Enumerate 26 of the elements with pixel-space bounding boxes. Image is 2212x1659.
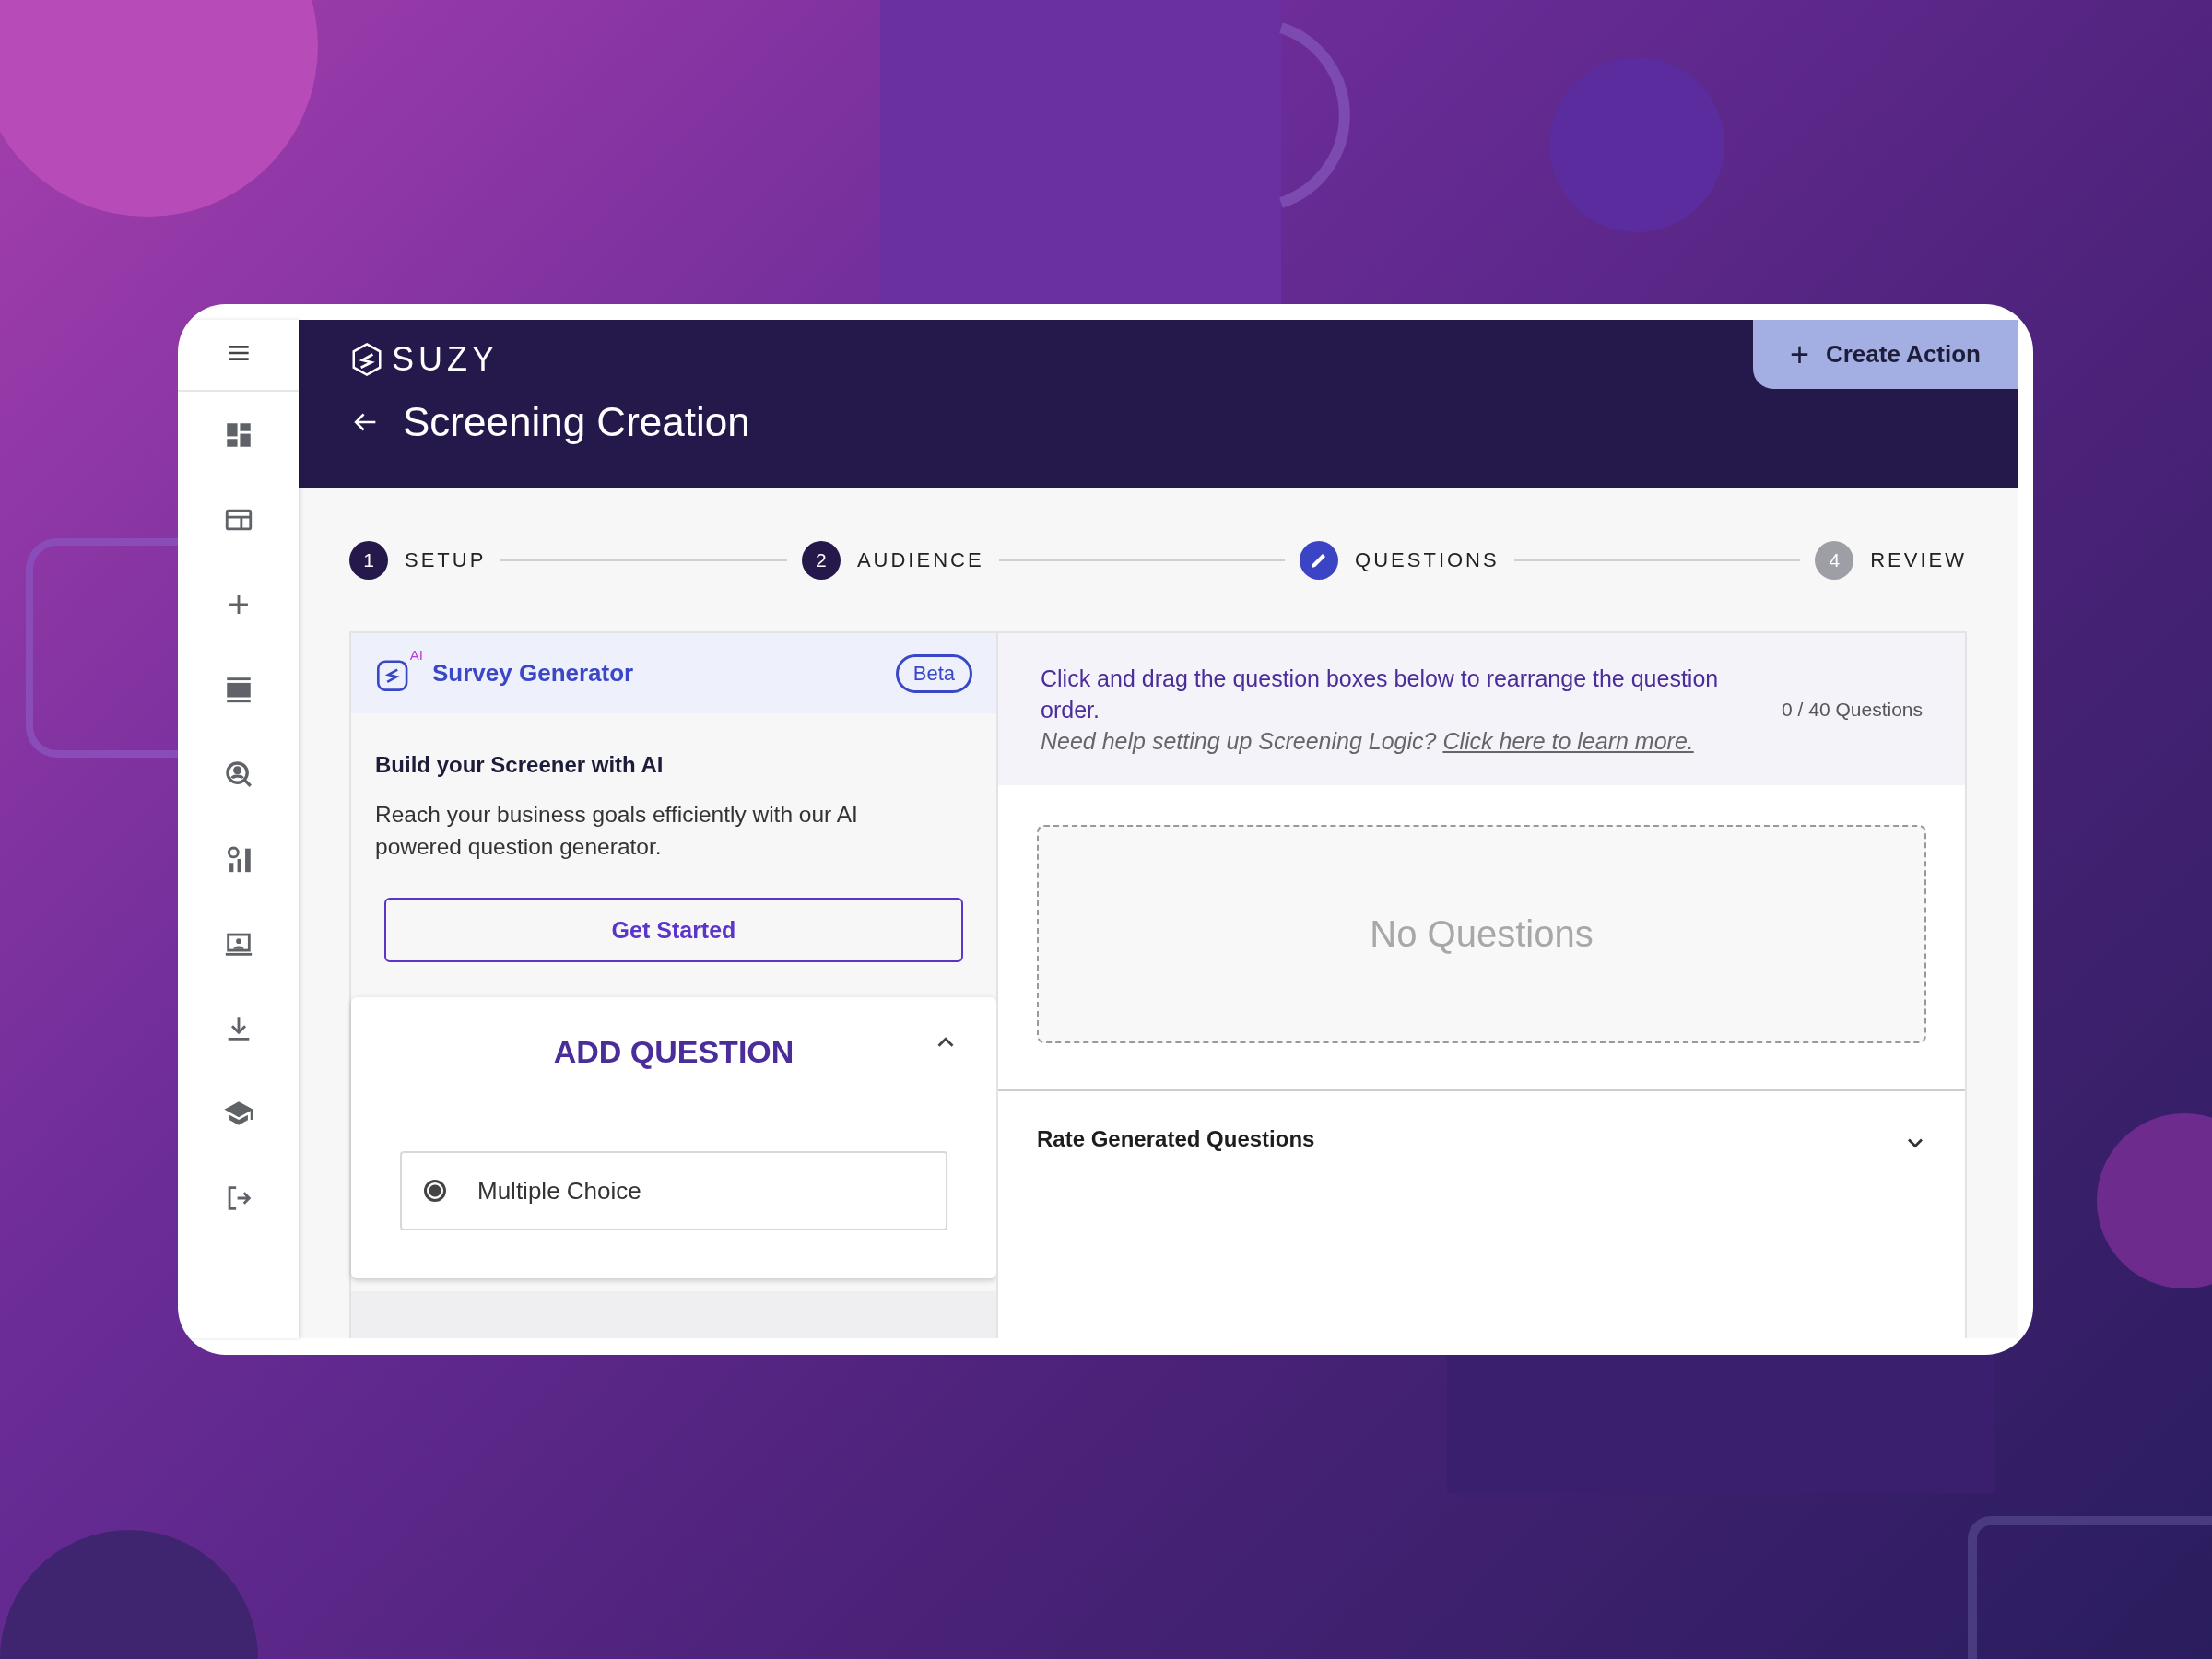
step-indicator: 2 — [801, 540, 841, 580]
generator-description: Reach your business goals efficiently with our AI powered question generator. — [375, 801, 859, 861]
step-label[interactable]: QUESTIONS — [1355, 547, 1500, 572]
question-count: 0 / 40 Questions — [1782, 698, 1923, 721]
learn-more-link[interactable]: Click here to learn more. — [1442, 727, 1694, 754]
rate-section-title[interactable]: Rate Generated Questions — [1037, 1126, 1315, 1152]
radio-button[interactable] — [424, 1180, 446, 1202]
create-action-button[interactable]: + Create Action — [1752, 320, 2018, 389]
question-type-option[interactable]: Multiple Choice — [400, 1151, 947, 1230]
generator-heading: Build your Screener with AI — [375, 752, 665, 778]
step-indicator: 4 — [1815, 540, 1854, 580]
step-label[interactable]: AUDIENCE — [856, 547, 984, 572]
generator-title: Survey Generator — [432, 659, 635, 688]
help-text: Need help setting up Screening Logic? Click here to learn more. — [1041, 726, 1695, 756]
step-indicator: 1 — [349, 540, 388, 580]
page-title: Screening Creation — [403, 399, 750, 445]
empty-message: No Questions — [1370, 913, 1594, 955]
logo-text: SUZY — [392, 340, 499, 379]
instruction-text: Click and drag the question boxes below to rearrange the question order. — [1041, 664, 1720, 724]
option-label: Multiple Choice — [477, 1176, 641, 1206]
step-label[interactable]: SETUP — [405, 547, 487, 572]
beta-badge: Beta — [895, 653, 972, 693]
add-question-title: ADD QUESTION — [553, 1034, 794, 1070]
logo-icon — [349, 340, 384, 379]
step-label[interactable]: REVIEW — [1870, 547, 1967, 572]
get-started-button[interactable]: Get Started — [384, 898, 963, 962]
